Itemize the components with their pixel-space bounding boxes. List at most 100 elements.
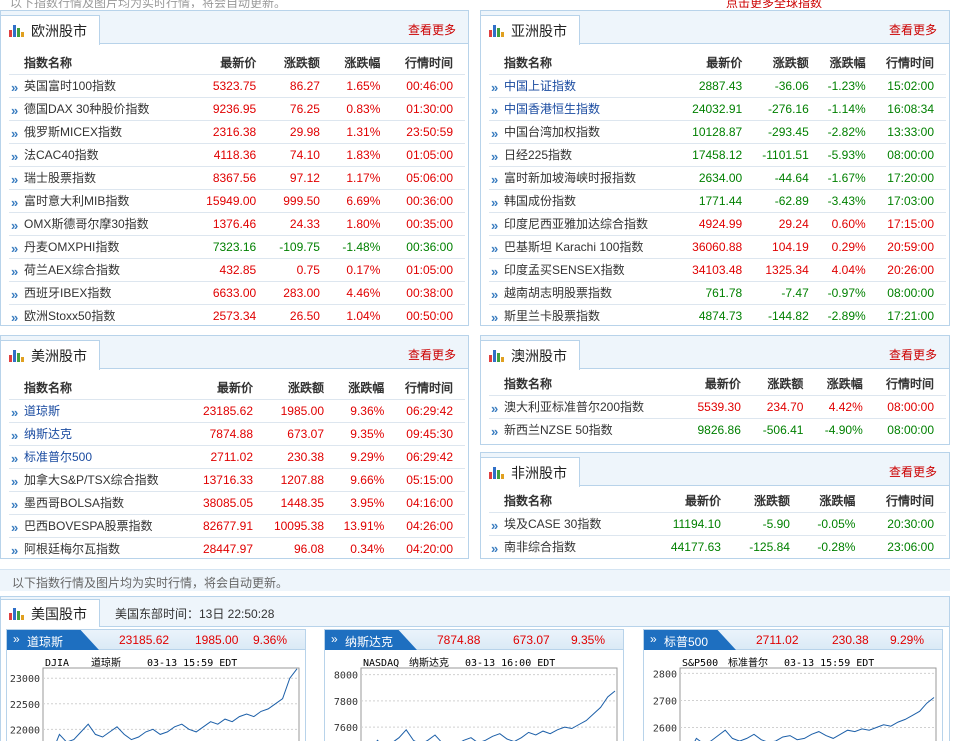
table-row[interactable]: 西班牙IBEX指数6633.00283.004.46%00:38:00 — [9, 280, 465, 304]
table-row[interactable]: 印度孟买SENSEX指数34103.481325.344.04%20:26:00 — [489, 257, 946, 281]
europe-more-link[interactable]: 查看更多 — [408, 21, 456, 38]
index-name[interactable]: 纳斯达克 — [9, 421, 194, 445]
table-row[interactable]: 道琼斯23185.621985.009.36%06:29:42 — [9, 398, 465, 422]
table-row[interactable]: 斯里兰卡股票指数4874.73-144.82-2.89%17:21:00 — [489, 303, 946, 327]
index-name[interactable]: 道琼斯 — [9, 398, 194, 422]
table-header-row: 指数名称 最新价 涨跌额 涨跌幅 行情时间 — [9, 377, 465, 399]
table-row[interactable]: 韩国成份指数1771.44-62.89-3.43%17:03:00 — [489, 188, 946, 212]
index-name[interactable]: OMX斯德哥尔摩30指数 — [9, 211, 194, 235]
index-name[interactable]: 巴基斯坦 Karachi 100指数 — [489, 234, 684, 258]
index-name[interactable]: 墨西哥BOLSA指数 — [9, 490, 194, 514]
europe-tab[interactable]: 欧洲股市 — [0, 15, 100, 45]
table-row[interactable]: 越南胡志明股票指数761.78-7.47-0.97%08:00:00 — [489, 280, 946, 304]
index-name[interactable]: 斯里兰卡股票指数 — [489, 303, 684, 327]
dow-chart-box[interactable]: 道琼斯23185.621985.009.36%23000225002200021… — [6, 629, 306, 741]
index-name[interactable]: 富时新加坡海峡时报指数 — [489, 165, 684, 189]
quote-time: 00:36:00 — [392, 234, 465, 258]
chart-tab[interactable]: 标普500 — [644, 630, 736, 650]
oceania-tab[interactable]: 澳洲股市 — [480, 340, 580, 370]
index-name[interactable]: 标准普尔500 — [9, 444, 194, 468]
table-row[interactable]: 巴基斯坦 Karachi 100指数36060.88104.190.29%20:… — [489, 234, 946, 258]
table-row[interactable]: 巴西BOVESPA股票指数82677.9110095.3813.91%04:26… — [9, 513, 465, 537]
table-row[interactable]: 丹麦OMXPHI指数7323.16-109.75-1.48%00:36:00 — [9, 234, 465, 258]
table-row[interactable]: 新西兰NZSE 50指数9826.86-506.41-4.90%08:00:00 — [489, 417, 946, 441]
index-name[interactable]: 荷兰AEX综合指数 — [9, 257, 194, 281]
column-header: 涨跌额 — [767, 377, 804, 392]
index-name[interactable]: 瑞士股票指数 — [9, 165, 194, 189]
table-row[interactable]: OMX斯德哥尔摩30指数1376.4624.331.80%00:35:00 — [9, 211, 465, 235]
index-name[interactable]: 法CAC40指数 — [9, 142, 194, 166]
asia-more-link[interactable]: 查看更多 — [889, 21, 937, 38]
index-name[interactable]: 英国富时100指数 — [9, 73, 194, 97]
table-row[interactable]: 标准普尔5002711.02230.389.29%06:29:42 — [9, 444, 465, 468]
index-name[interactable]: 德国DAX 30种股价指数 — [9, 96, 194, 120]
change-amount: -5.90 — [732, 511, 802, 535]
nasdaq-chart-box[interactable]: 纳斯达克7874.88673.079.35%8000780076007400NA… — [324, 629, 624, 741]
table-row[interactable]: 墨西哥BOLSA指数38085.051448.353.95%04:16:00 — [9, 490, 465, 514]
chart-header-bar: 标普500 2711.02 230.38 9.29% — [644, 630, 942, 650]
table-row[interactable]: 荷兰AEX综合指数432.850.750.17%01:05:00 — [9, 257, 465, 281]
africa-title: 非洲股市 — [511, 464, 567, 481]
index-name[interactable]: 印度孟买SENSEX指数 — [489, 257, 684, 281]
table-row[interactable]: 瑞士股票指数8367.5697.121.17%05:06:00 — [9, 165, 465, 189]
column-header: 涨跌幅 — [829, 56, 866, 71]
table-row[interactable]: 欧洲Stoxx50指数2573.3426.501.04%00:50:00 — [9, 303, 465, 327]
table-row[interactable]: 英国富时100指数5323.7586.271.65%00:46:00 — [9, 73, 465, 97]
table-row[interactable]: 印度尼西亚雅加达综合指数4924.9929.240.60%17:15:00 — [489, 211, 946, 235]
index-name[interactable]: 阿根廷梅尔瓦指数 — [9, 536, 194, 560]
table-row[interactable]: 澳大利亚标准普尔200指数5539.30234.704.42%08:00:00 — [489, 394, 946, 418]
table-row[interactable]: 法CAC40指数4118.3674.101.83%01:05:00 — [9, 142, 465, 166]
table-row[interactable]: 中国香港恒生指数24032.91-276.16-1.14%16:08:34 — [489, 96, 946, 120]
table-row[interactable]: 阿根廷梅尔瓦指数28447.9796.080.34%04:20:00 — [9, 536, 465, 560]
latest-price: 34103.48 — [683, 257, 755, 281]
index-name[interactable]: 富时意大利MIB指数 — [9, 188, 194, 212]
table-row[interactable]: 中国台湾加权指数10128.87-293.45-2.82%13:33:00 — [489, 119, 946, 143]
chart-tab[interactable]: 纳斯达克 — [325, 630, 417, 650]
index-name[interactable]: 欧洲Stoxx50指数 — [9, 303, 194, 327]
chart-tab[interactable]: 道琼斯 — [7, 630, 99, 650]
index-name[interactable]: 加拿大S&P/TSX综合指数 — [9, 467, 194, 491]
index-name[interactable]: 日经225指数 — [489, 142, 684, 166]
latest-price: 36060.88 — [683, 234, 755, 258]
index-name[interactable]: 韩国成份指数 — [489, 188, 684, 212]
index-name[interactable]: 俄罗斯MICEX指数 — [9, 119, 194, 143]
index-name[interactable]: 南非综合指数 — [489, 534, 652, 558]
index-name[interactable]: 澳大利亚标准普尔200指数 — [489, 394, 688, 418]
africa-more-link[interactable]: 查看更多 — [889, 463, 937, 480]
index-name[interactable]: 埃及CASE 30指数 — [489, 511, 652, 535]
table-row[interactable]: 富时意大利MIB指数15949.00999.506.69%00:36:00 — [9, 188, 465, 212]
table-row[interactable]: 俄罗斯MICEX指数2316.3829.981.31%23:50:59 — [9, 119, 465, 143]
change-amount: 26.50 — [268, 303, 332, 327]
latest-price: 10128.87 — [683, 119, 755, 143]
table-row[interactable]: 加拿大S&P/TSX综合指数13716.331207.889.66%05:15:… — [9, 467, 465, 491]
table-row[interactable]: 日经225指数17458.12-1101.51-5.93%08:00:00 — [489, 142, 946, 166]
latest-price: 9826.86 — [687, 417, 753, 441]
america-tab[interactable]: 美洲股市 — [0, 340, 100, 370]
oceania-more-link[interactable]: 查看更多 — [889, 346, 937, 363]
table-row[interactable]: 埃及CASE 30指数11194.10-5.90-0.05%20:30:00 — [489, 511, 946, 535]
index-name[interactable]: 西班牙IBEX指数 — [9, 280, 194, 304]
sp500-chart-box[interactable]: 标普5002711.02230.389.29%2800270026002500S… — [643, 629, 943, 741]
y-tick-label: 22000 — [10, 725, 40, 736]
america-more-link[interactable]: 查看更多 — [408, 346, 456, 363]
top-notice-link[interactable]: 点击更多全球指数 — [726, 0, 822, 8]
change-percent: 9.29% — [336, 444, 397, 468]
index-name[interactable]: 中国香港恒生指数 — [489, 96, 684, 120]
asia-tab[interactable]: 亚洲股市 — [480, 15, 580, 45]
us-market-tab[interactable]: 美国股市 — [0, 599, 100, 627]
index-name[interactable]: 印度尼西亚雅加达综合指数 — [489, 211, 684, 235]
table-row[interactable]: 中国上证指数2887.43-36.06-1.23%15:02:00 — [489, 73, 946, 97]
index-name[interactable]: 丹麦OMXPHI指数 — [9, 234, 194, 258]
latest-price: 11194.10 — [651, 511, 733, 535]
chart-symbol: DJIA — [45, 658, 69, 669]
index-name[interactable]: 巴西BOVESPA股票指数 — [9, 513, 194, 537]
table-row[interactable]: 纳斯达克7874.88673.079.35%09:45:30 — [9, 421, 465, 445]
index-name[interactable]: 新西兰NZSE 50指数 — [489, 417, 688, 441]
index-name[interactable]: 越南胡志明股票指数 — [489, 280, 684, 304]
table-row[interactable]: 德国DAX 30种股价指数9236.9576.250.83%01:30:00 — [9, 96, 465, 120]
table-row[interactable]: 富时新加坡海峡时报指数2634.00-44.64-1.67%17:20:00 — [489, 165, 946, 189]
index-name[interactable]: 中国上证指数 — [489, 73, 684, 97]
africa-tab[interactable]: 非洲股市 — [480, 457, 580, 487]
table-row[interactable]: 南非综合指数44177.63-125.84-0.28%23:06:00 — [489, 534, 946, 558]
index-name[interactable]: 中国台湾加权指数 — [489, 119, 684, 143]
